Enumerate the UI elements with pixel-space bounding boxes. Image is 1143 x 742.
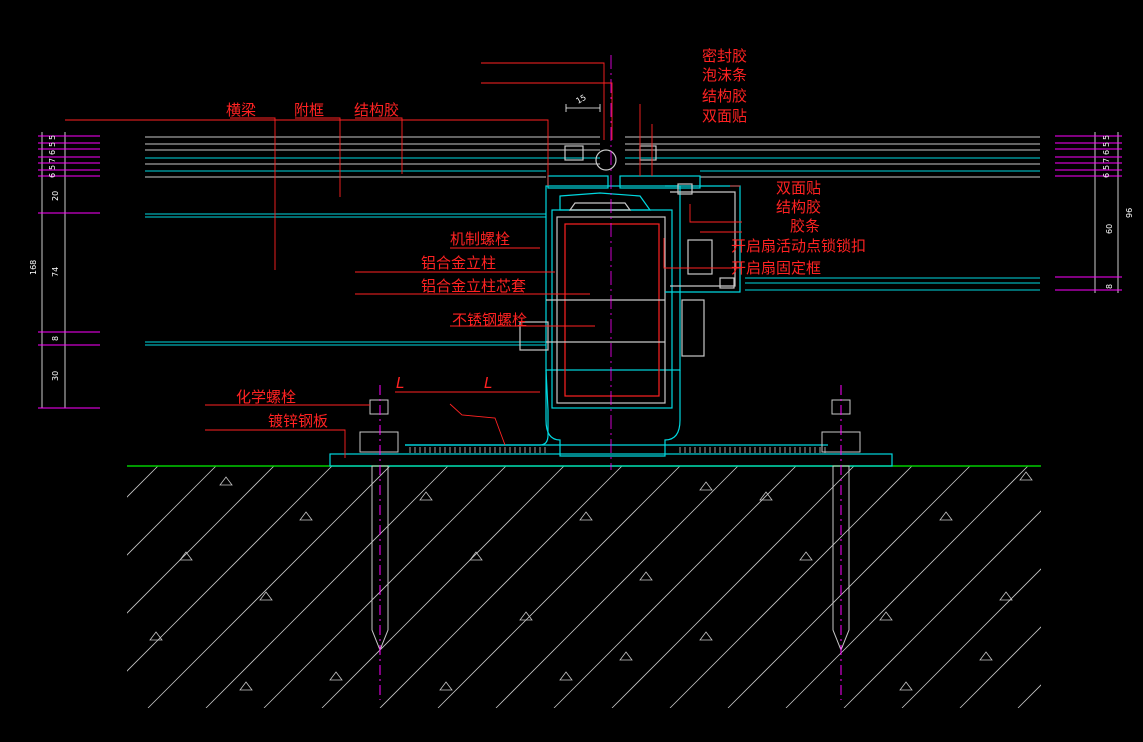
label-structural-glue-right: 结构胶 xyxy=(776,198,821,216)
base-plate-serration xyxy=(409,447,826,453)
dim-right-1: 5 xyxy=(1102,135,1111,140)
label-structural-glue-top: 结构胶 xyxy=(702,87,747,105)
dim-left-2: 5 xyxy=(48,142,57,147)
dimension-top xyxy=(565,104,601,112)
label-aluminum-mullion: 铝合金立柱 xyxy=(421,254,496,272)
dim-top-gap: 15 xyxy=(575,93,588,106)
dimension-right xyxy=(1094,132,1119,293)
label-foam-rod: 泡沫条 xyxy=(702,66,747,84)
label-vent-multipoint-lock: 开启扇活动点锁锁扣 xyxy=(731,237,866,255)
dim-left-9: 8 xyxy=(51,336,60,341)
dim-left-8: 74 xyxy=(51,267,60,277)
label-chemical-anchor: 化学螺栓 xyxy=(236,388,296,406)
dim-left-5: 5 xyxy=(48,165,57,170)
label-galvanized-plate: 镀锌钢板 xyxy=(268,412,328,430)
label-structural-glue-left: 结构胶 xyxy=(354,101,399,119)
dim-right-4: 7 xyxy=(1102,158,1111,163)
dim-right-5: 5 xyxy=(1102,165,1111,170)
dim-right-total: 96 xyxy=(1125,208,1134,218)
chemical-anchor-right xyxy=(821,385,861,700)
label-machine-screw: 机制螺栓 xyxy=(450,230,510,248)
curtain-wall-section-drawing: 5 5 6 7 5 6 20 74 8 30 168 5 5 6 7 5 6 6… xyxy=(29,47,1134,708)
dim-right-2: 5 xyxy=(1102,142,1111,147)
label-double-tape-right: 双面贴 xyxy=(776,179,821,197)
dim-right-3: 6 xyxy=(1102,150,1111,155)
dim-left-4: 7 xyxy=(48,158,57,163)
leader-lines xyxy=(65,62,742,458)
label-sealant: 密封胶 xyxy=(702,47,747,65)
weld-symbol-2: L xyxy=(484,374,492,392)
dim-left-1: 5 xyxy=(48,135,57,140)
dim-right-7: 60 xyxy=(1105,224,1114,234)
dim-left-7: 20 xyxy=(51,191,60,201)
label-double-tape-top: 双面贴 xyxy=(702,107,747,125)
concrete-slab xyxy=(127,465,1041,708)
dim-right-6: 6 xyxy=(1102,173,1111,178)
dim-left-total: 168 xyxy=(29,260,38,275)
dim-left-10: 30 xyxy=(51,371,60,381)
dim-left-6: 6 xyxy=(48,173,57,178)
dim-right-8: 8 xyxy=(1105,284,1114,289)
dim-left-3: 6 xyxy=(48,150,57,155)
dimension-right-ticks xyxy=(1055,135,1122,291)
label-mullion-core-sleeve: 铝合金立柱芯套 xyxy=(421,277,526,295)
label-crossbeam: 横梁 xyxy=(226,101,256,119)
label-stainless-bolt: 不锈钢螺栓 xyxy=(452,311,527,329)
label-vent-fixed-frame: 开启扇固定框 xyxy=(731,259,821,277)
glass-panels xyxy=(145,136,1040,346)
label-auxiliary-frame: 附框 xyxy=(294,101,324,119)
weld-symbol-1: L xyxy=(396,374,404,392)
label-rubber-strip: 胶条 xyxy=(790,217,820,235)
aluminum-mullion-profile xyxy=(519,145,741,457)
chemical-anchor-left xyxy=(359,385,399,700)
